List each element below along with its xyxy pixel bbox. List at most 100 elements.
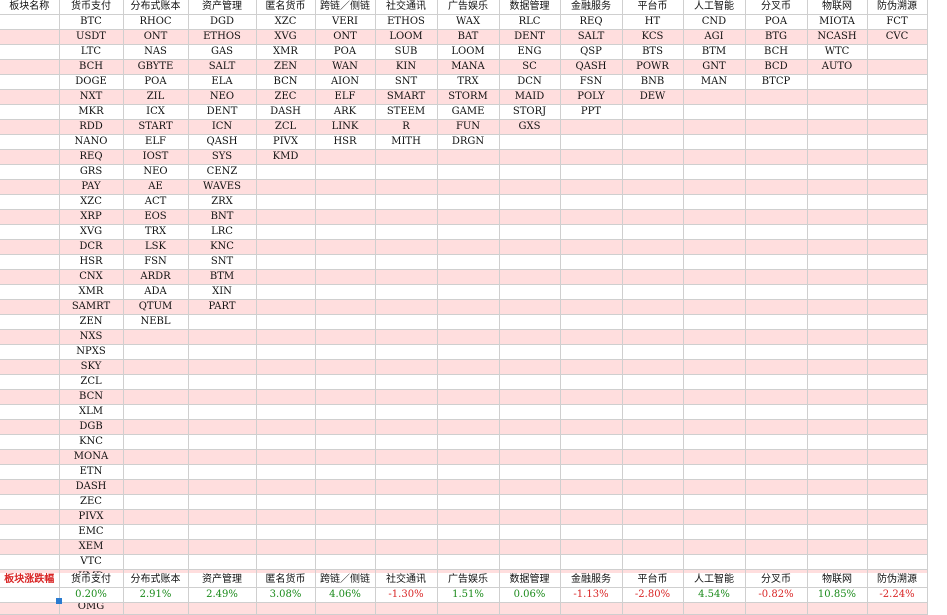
empty-cell[interactable] [807, 554, 868, 570]
row-label-cell[interactable] [0, 209, 60, 225]
empty-cell[interactable] [683, 434, 746, 450]
empty-cell[interactable] [867, 389, 928, 405]
sector-change-value[interactable]: -0.82% [745, 587, 808, 603]
coin-cell[interactable]: ONT [315, 29, 376, 45]
empty-cell[interactable] [123, 374, 189, 390]
empty-cell[interactable] [437, 239, 500, 255]
sector-change-value[interactable]: -1.13% [560, 587, 623, 603]
empty-cell[interactable] [683, 464, 746, 480]
coin-cell[interactable]: MAN [683, 74, 746, 90]
empty-cell[interactable] [256, 269, 316, 285]
empty-cell[interactable] [560, 404, 623, 420]
empty-cell[interactable] [0, 587, 60, 603]
empty-cell[interactable] [437, 224, 500, 240]
empty-cell[interactable] [375, 239, 438, 255]
empty-cell[interactable] [560, 299, 623, 315]
empty-cell[interactable] [315, 179, 376, 195]
empty-cell[interactable] [375, 479, 438, 495]
coin-cell[interactable]: ZCL [256, 119, 316, 135]
empty-cell[interactable] [499, 329, 561, 345]
empty-cell[interactable] [745, 524, 808, 540]
coin-cell[interactable]: BCH [59, 59, 124, 75]
empty-cell[interactable] [867, 329, 928, 345]
empty-cell[interactable] [315, 449, 376, 465]
coin-cell[interactable]: NEO [188, 89, 257, 105]
empty-cell[interactable] [375, 284, 438, 300]
coin-cell[interactable]: BTCP [745, 74, 808, 90]
empty-cell[interactable] [683, 104, 746, 120]
empty-cell[interactable] [256, 224, 316, 240]
empty-cell[interactable] [188, 374, 257, 390]
empty-cell[interactable] [683, 239, 746, 255]
coin-cell[interactable]: MITH [375, 134, 438, 150]
empty-cell[interactable] [560, 239, 623, 255]
coin-cell[interactable]: XZC [256, 14, 316, 30]
coin-cell[interactable]: STORJ [499, 104, 561, 120]
empty-cell[interactable] [123, 479, 189, 495]
empty-cell[interactable] [560, 509, 623, 525]
empty-cell[interactable] [437, 419, 500, 435]
empty-cell[interactable] [188, 509, 257, 525]
empty-cell[interactable] [807, 284, 868, 300]
empty-cell[interactable] [745, 359, 808, 375]
empty-cell[interactable] [745, 224, 808, 240]
sector-header[interactable]: 货币支付 [59, 573, 124, 588]
sector-header[interactable]: 数据管理 [499, 573, 561, 588]
empty-cell[interactable] [437, 164, 500, 180]
row-label-cell[interactable] [0, 254, 60, 270]
coin-cell[interactable]: ZEC [59, 494, 124, 510]
coin-cell[interactable]: DOGE [59, 74, 124, 90]
coin-cell[interactable]: FCT [867, 14, 928, 30]
empty-cell[interactable] [188, 539, 257, 555]
empty-cell[interactable] [375, 194, 438, 210]
row-label-cell[interactable] [0, 509, 60, 525]
coin-cell[interactable]: CND [683, 14, 746, 30]
coin-cell[interactable]: KMD [256, 149, 316, 165]
empty-cell[interactable] [745, 404, 808, 420]
empty-cell[interactable] [123, 329, 189, 345]
empty-cell[interactable] [315, 224, 376, 240]
row-label-cell[interactable] [0, 269, 60, 285]
empty-cell[interactable] [375, 404, 438, 420]
coin-cell[interactable]: KCS [622, 29, 684, 45]
empty-cell[interactable] [867, 464, 928, 480]
empty-cell[interactable] [499, 494, 561, 510]
empty-cell[interactable] [499, 434, 561, 450]
coin-cell[interactable]: AGI [683, 29, 746, 45]
empty-cell[interactable] [807, 224, 868, 240]
empty-cell[interactable] [499, 554, 561, 570]
coin-cell[interactable]: ELF [315, 89, 376, 105]
coin-cell[interactable]: NXT [59, 89, 124, 105]
empty-cell[interactable] [375, 329, 438, 345]
empty-cell[interactable] [683, 269, 746, 285]
empty-cell[interactable] [188, 554, 257, 570]
empty-cell[interactable] [867, 89, 928, 105]
sector-header[interactable]: 资产管理 [188, 573, 257, 588]
empty-cell[interactable] [622, 419, 684, 435]
coin-cell[interactable]: ZCL [59, 374, 124, 390]
empty-cell[interactable] [867, 149, 928, 165]
empty-cell[interactable] [499, 164, 561, 180]
coin-cell[interactable]: BCD [745, 59, 808, 75]
empty-cell[interactable] [315, 554, 376, 570]
row-label-cell[interactable] [0, 464, 60, 480]
coin-cell[interactable]: GNT [683, 59, 746, 75]
empty-cell[interactable] [867, 554, 928, 570]
empty-cell[interactable] [560, 464, 623, 480]
empty-cell[interactable] [256, 449, 316, 465]
empty-cell[interactable] [867, 314, 928, 330]
coin-cell[interactable]: START [123, 119, 189, 135]
coin-cell[interactable]: NANO [59, 134, 124, 150]
sector-change-value[interactable]: 2.91% [123, 587, 189, 603]
empty-cell[interactable] [437, 539, 500, 555]
empty-cell[interactable] [256, 194, 316, 210]
empty-cell[interactable] [867, 254, 928, 270]
empty-cell[interactable] [622, 479, 684, 495]
empty-cell[interactable] [499, 254, 561, 270]
empty-cell[interactable] [622, 359, 684, 375]
coin-cell[interactable]: REQ [59, 149, 124, 165]
empty-cell[interactable] [867, 494, 928, 510]
coin-cell[interactable]: GXS [499, 119, 561, 135]
empty-cell[interactable] [499, 524, 561, 540]
sector-change-value[interactable]: -2.24% [867, 587, 928, 603]
